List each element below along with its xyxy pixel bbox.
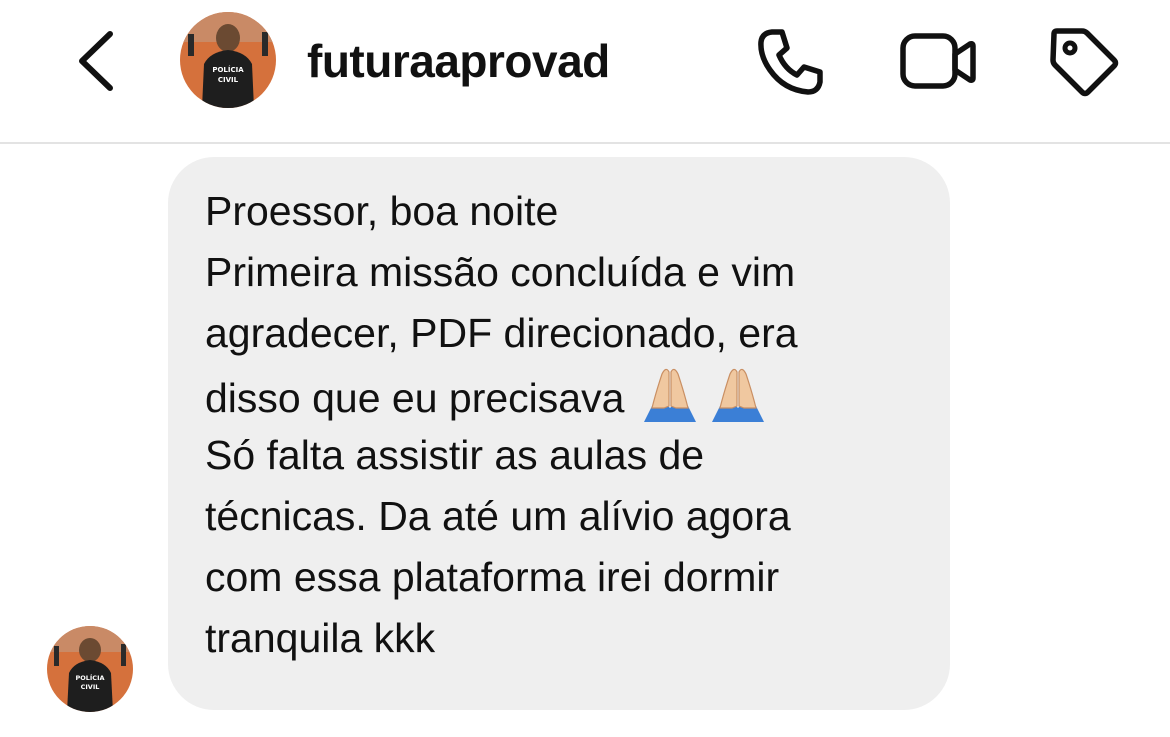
call-button[interactable] (752, 24, 828, 100)
tag-icon (1050, 28, 1119, 97)
message-line-text: Primeira missão concluída e vim (205, 249, 796, 295)
avatar-badge-line2: CIVIL (81, 683, 100, 691)
phone-icon (758, 29, 823, 95)
tag-button[interactable] (1046, 24, 1122, 100)
message-line: Proessor, boa noite (205, 188, 559, 234)
message-line: Só falta assistir as aulas de (205, 432, 705, 478)
message-line: agradecer, PDF direcionado, era (205, 310, 798, 356)
chevron-left-icon (79, 31, 113, 91)
message-line: disso que eu precisava (205, 364, 920, 425)
avatar-image: POLÍCIA CIVIL (47, 626, 133, 712)
avatar-badge-line2: CIVIL (218, 76, 239, 84)
video-camera-icon (900, 33, 976, 89)
video-call-button[interactable] (896, 24, 980, 100)
message-line: técnicas. Da até um alívio agora (205, 493, 791, 539)
avatar-badge-line1: POLÍCIA (212, 65, 244, 74)
folded-hands-emoji-icon (706, 364, 770, 424)
chat-header: POLÍCIA CIVIL futuraaprovad (0, 0, 1170, 144)
sender-avatar[interactable]: POLÍCIA CIVIL (47, 626, 133, 712)
chat-username[interactable]: futuraaprovad (307, 34, 610, 88)
folded-hands-emoji-icon (638, 364, 702, 424)
message-line-text: disso que eu precisava (205, 375, 625, 421)
header-avatar[interactable]: POLÍCIA CIVIL (180, 12, 276, 108)
chat-screen: POLÍCIA CIVIL futuraaprovad POLÍCIA CIVI… (0, 0, 1170, 737)
message-bubble[interactable]: Proessor, boa noite Primeira missão conc… (168, 157, 950, 710)
back-button[interactable] (70, 26, 126, 96)
message-line: tranquila kkk (205, 615, 436, 661)
avatar-badge-line1: POLÍCIA (75, 673, 104, 682)
avatar-image: POLÍCIA CIVIL (180, 12, 276, 108)
message-line: com essa plataforma irei dormir (205, 554, 780, 600)
message-line: Primeira missão concluída e vim (205, 242, 920, 303)
